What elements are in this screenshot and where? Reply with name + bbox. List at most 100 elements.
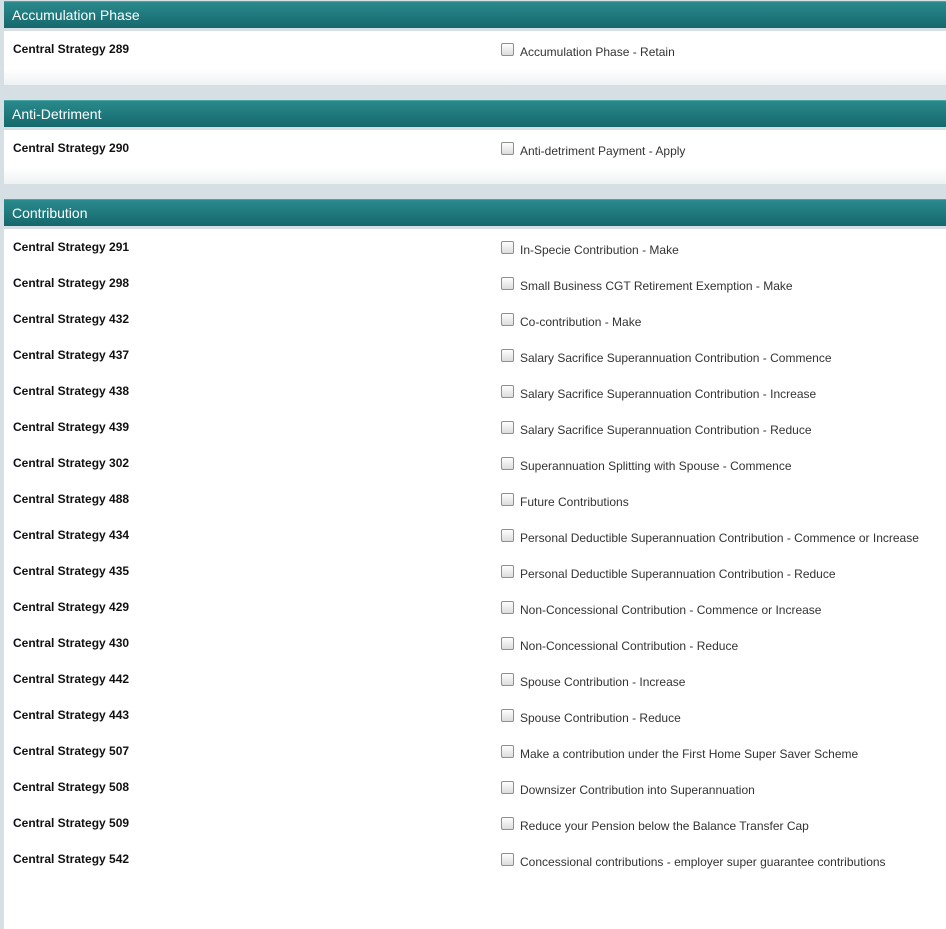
section-accumulation-phase: Accumulation Phase Central Strategy 289 … — [4, 1, 946, 85]
strategy-option[interactable]: In-Specie Contribution - Make — [501, 240, 679, 257]
strategy-option[interactable]: Salary Sacrifice Superannuation Contribu… — [501, 420, 812, 437]
strategy-checkbox[interactable] — [501, 529, 514, 542]
strategy-row: Central Strategy 434 Personal Deductible … — [4, 517, 946, 553]
strategy-label[interactable]: Salary Sacrifice Superannuation Contribu… — [520, 351, 832, 365]
section-header: Anti-Detriment — [4, 100, 946, 127]
strategy-code: Central Strategy 443 — [13, 708, 130, 722]
strategy-checkbox[interactable] — [501, 565, 514, 578]
strategy-label[interactable]: Spouse Contribution - Increase — [520, 675, 685, 689]
strategy-checkbox[interactable] — [501, 781, 514, 794]
strategy-code: Central Strategy 429 — [13, 600, 130, 614]
strategy-option[interactable]: Spouse Contribution - Increase — [501, 672, 685, 689]
strategy-row: Central Strategy 302 Superannuation Split… — [4, 445, 946, 481]
strategy-checkbox[interactable] — [501, 493, 514, 506]
strategy-label[interactable]: Salary Sacrifice Superannuation Contribu… — [520, 423, 812, 437]
strategy-code: Central Strategy 507 — [13, 744, 130, 758]
strategy-label[interactable]: Make a contribution under the First Home… — [520, 747, 858, 761]
strategy-row: Central Strategy 509 Reduce your Pension … — [4, 805, 946, 841]
strategy-label[interactable]: Anti-detriment Payment - Apply — [520, 144, 685, 158]
strategy-label[interactable]: Non-Concessional Contribution - Commence… — [520, 603, 821, 617]
strategy-row: Central Strategy 439 Salary Sacrifice Sup… — [4, 409, 946, 445]
strategy-option[interactable]: Co-contribution - Make — [501, 312, 641, 329]
strategy-checkbox[interactable] — [501, 457, 514, 470]
strategy-option[interactable]: Non-Concessional Contribution - Reduce — [501, 636, 738, 653]
strategy-label[interactable]: Personal Deductible Superannuation Contr… — [520, 531, 919, 545]
strategy-checkbox[interactable] — [501, 601, 514, 614]
strategy-code: Central Strategy 438 — [13, 384, 130, 398]
strategy-checkbox[interactable] — [501, 637, 514, 650]
strategy-option[interactable]: Downsizer Contribution into Superannuati… — [501, 780, 755, 797]
strategy-option[interactable]: Salary Sacrifice Superannuation Contribu… — [501, 348, 832, 365]
strategy-row: Central Strategy 443 Spouse Contribution … — [4, 697, 946, 733]
strategy-code: Central Strategy 432 — [13, 312, 130, 326]
strategy-code: Central Strategy 435 — [13, 564, 130, 578]
strategy-code: Central Strategy 488 — [13, 492, 130, 506]
strategy-checkbox[interactable] — [501, 673, 514, 686]
strategy-label[interactable]: Reduce your Pension below the Balance Tr… — [520, 819, 809, 833]
strategy-checkbox[interactable] — [501, 385, 514, 398]
strategy-option[interactable]: Reduce your Pension below the Balance Tr… — [501, 816, 809, 833]
strategy-option[interactable]: Personal Deductible Superannuation Contr… — [501, 528, 919, 545]
strategy-row: Central Strategy 442 Spouse Contribution … — [4, 661, 946, 697]
strategy-code: Central Strategy 291 — [13, 240, 130, 254]
strategy-code: Central Strategy 439 — [13, 420, 130, 434]
strategy-checkbox[interactable] — [501, 421, 514, 434]
strategy-option[interactable]: Non-Concessional Contribution - Commence… — [501, 600, 821, 617]
strategy-row: Central Strategy 437 Salary Sacrifice Sup… — [4, 337, 946, 373]
strategy-option[interactable]: Future Contributions — [501, 492, 629, 509]
strategy-code: Central Strategy 434 — [13, 528, 130, 542]
strategy-label[interactable]: Concessional contributions - employer su… — [520, 855, 886, 869]
strategy-label[interactable]: Spouse Contribution - Reduce — [520, 711, 681, 725]
strategy-code: Central Strategy 290 — [13, 141, 130, 155]
strategy-checkbox[interactable] — [501, 313, 514, 326]
strategy-code: Central Strategy 442 — [13, 672, 130, 686]
strategy-code: Central Strategy 437 — [13, 348, 130, 362]
section-contribution: Contribution Central Strategy 291 In-Spec… — [4, 199, 946, 929]
strategy-label[interactable]: Future Contributions — [520, 495, 629, 509]
strategy-code: Central Strategy 302 — [13, 456, 130, 470]
strategy-option[interactable]: Superannuation Splitting with Spouse - C… — [501, 456, 792, 473]
strategy-code: Central Strategy 542 — [13, 852, 130, 866]
strategy-option[interactable]: Personal Deductible Superannuation Contr… — [501, 564, 836, 581]
strategy-checkbox[interactable] — [501, 709, 514, 722]
strategy-option[interactable]: Concessional contributions - employer su… — [501, 852, 886, 869]
strategy-code: Central Strategy 508 — [13, 780, 130, 794]
strategy-label[interactable]: Downsizer Contribution into Superannuati… — [520, 783, 755, 797]
strategy-row: Central Strategy 435 Personal Deductible … — [4, 553, 946, 589]
strategy-label[interactable]: Salary Sacrifice Superannuation Contribu… — [520, 387, 816, 401]
strategy-row: Central Strategy 507 Make a contribution … — [4, 733, 946, 769]
strategy-option[interactable]: Make a contribution under the First Home… — [501, 744, 858, 761]
strategy-checkbox[interactable] — [501, 817, 514, 830]
strategy-code: Central Strategy 289 — [13, 42, 130, 56]
strategy-label[interactable]: Superannuation Splitting with Spouse - C… — [520, 459, 792, 473]
strategy-label[interactable]: Personal Deductible Superannuation Contr… — [520, 567, 836, 581]
strategy-checkbox[interactable] — [501, 241, 514, 254]
strategy-row: Central Strategy 438 Salary Sacrifice Sup… — [4, 373, 946, 409]
strategy-option[interactable]: Small Business CGT Retirement Exemption … — [501, 276, 793, 293]
strategy-label[interactable]: In-Specie Contribution - Make — [520, 243, 679, 257]
section-header: Accumulation Phase — [4, 1, 946, 28]
section-anti-detriment: Anti-Detriment Central Strategy 290 Anti… — [4, 100, 946, 184]
strategy-label[interactable]: Non-Concessional Contribution - Reduce — [520, 639, 738, 653]
strategy-checkbox[interactable] — [501, 142, 514, 155]
strategy-code: Central Strategy 509 — [13, 816, 130, 830]
strategy-checkbox[interactable] — [501, 43, 514, 56]
strategy-label[interactable]: Accumulation Phase - Retain — [520, 45, 675, 59]
strategy-checkbox[interactable] — [501, 745, 514, 758]
section-body: Central Strategy 289 Accumulation Phase … — [4, 31, 946, 85]
strategy-row: Central Strategy 430 Non-Concessional Con… — [4, 625, 946, 661]
strategy-row: Central Strategy 508 Downsizer Contributi… — [4, 769, 946, 805]
strategy-option[interactable]: Spouse Contribution - Reduce — [501, 708, 681, 725]
section-body: Central Strategy 290 Anti-detriment Paym… — [4, 130, 946, 184]
section-body: Central Strategy 291 In-Specie Contributi… — [4, 229, 946, 929]
strategy-row: Central Strategy 432 Co-contribution - Ma… — [4, 301, 946, 337]
strategy-option[interactable]: Anti-detriment Payment - Apply — [501, 141, 685, 158]
strategy-checkbox[interactable] — [501, 349, 514, 362]
strategy-option[interactable]: Salary Sacrifice Superannuation Contribu… — [501, 384, 816, 401]
strategy-row: Central Strategy 488 Future Contributions — [4, 481, 946, 517]
strategy-label[interactable]: Small Business CGT Retirement Exemption … — [520, 279, 793, 293]
strategy-checkbox[interactable] — [501, 277, 514, 290]
strategy-option[interactable]: Accumulation Phase - Retain — [501, 42, 675, 59]
section-header: Contribution — [4, 199, 946, 226]
strategy-label[interactable]: Co-contribution - Make — [520, 315, 641, 329]
